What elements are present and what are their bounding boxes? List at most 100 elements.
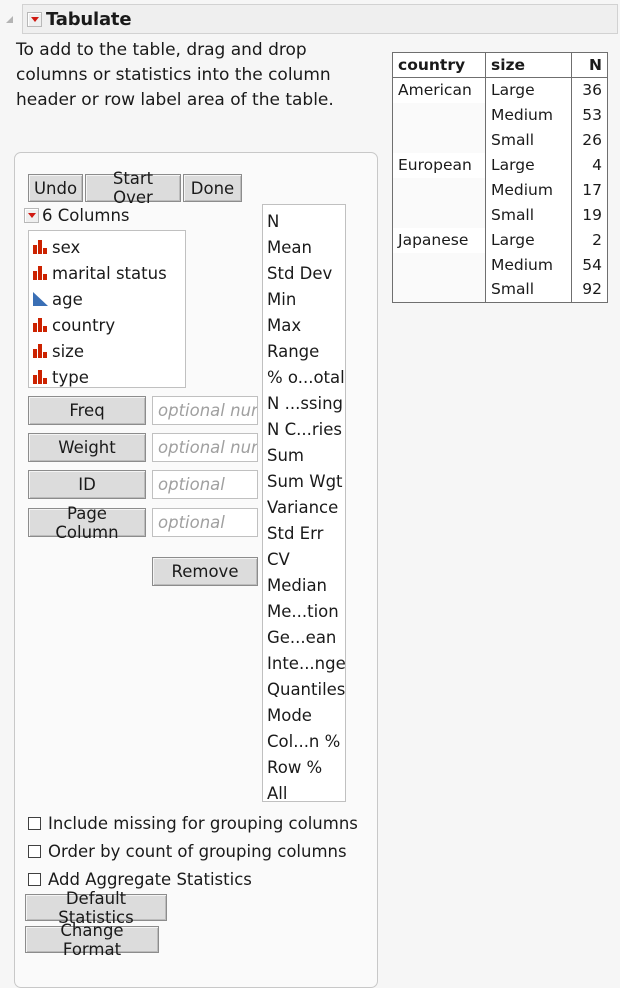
- statistic-list-item[interactable]: Row %: [267, 755, 345, 781]
- default-statistics-button[interactable]: Default Statistics: [25, 889, 167, 927]
- outline-collapse-arrow-icon[interactable]: [6, 16, 13, 23]
- column-list-item[interactable]: age: [33, 286, 185, 312]
- include-missing-checkbox-row[interactable]: Include missing for grouping columns: [28, 812, 358, 834]
- table-row: Small 26: [392, 127, 608, 153]
- statistic-list-item[interactable]: Std Err: [267, 521, 345, 547]
- change-format-button[interactable]: Change Format: [25, 921, 159, 959]
- cell-n: 53: [582, 105, 602, 124]
- statistic-list-item[interactable]: Range: [267, 339, 345, 365]
- cell-size: Medium: [485, 102, 572, 128]
- statistic-list-item[interactable]: Sum: [267, 443, 345, 469]
- table-row: Medium 53: [392, 102, 608, 128]
- red-disclosure-triangle-icon[interactable]: [24, 207, 39, 223]
- table-row: Medium 17: [392, 177, 608, 203]
- columns-list-header: 6 Columns: [24, 205, 130, 225]
- statistic-list-item[interactable]: N: [267, 209, 345, 235]
- cell-country: [392, 127, 486, 153]
- page-column-role-button[interactable]: Page Column: [28, 504, 146, 542]
- cell-size: Medium: [485, 252, 572, 278]
- table-row: Medium 54: [392, 252, 608, 278]
- cell-country: Japanese: [392, 227, 486, 253]
- statistic-list-item[interactable]: N C...ries: [267, 417, 345, 443]
- statistic-list-item[interactable]: Std Dev: [267, 261, 345, 287]
- statistic-list-item[interactable]: Mean: [267, 235, 345, 261]
- checkbox-icon[interactable]: [28, 816, 41, 830]
- checkbox-icon[interactable]: [28, 872, 41, 886]
- statistic-list-item[interactable]: Me...tion: [267, 599, 345, 625]
- cell-country: [392, 202, 486, 228]
- cell-country: [392, 102, 486, 128]
- start-over-button[interactable]: Start Over: [85, 169, 181, 207]
- column-list-item-label: size: [52, 341, 84, 361]
- statistic-list-item[interactable]: All: [267, 781, 345, 801]
- nominal-bars-icon: [33, 240, 48, 254]
- column-header-size: size: [485, 52, 572, 78]
- column-list-item-label: country: [52, 315, 116, 335]
- column-header-n: N: [571, 52, 608, 78]
- column-list[interactable]: sex marital status age country size type: [28, 230, 186, 388]
- id-field[interactable]: optional: [152, 470, 258, 499]
- remove-button[interactable]: Remove: [152, 557, 258, 586]
- statistic-list-item[interactable]: % o...otal: [267, 365, 345, 391]
- freq-role-button[interactable]: Freq: [28, 396, 146, 425]
- column-list-item[interactable]: marital status: [33, 260, 185, 286]
- statistic-list-item[interactable]: Sum Wgt: [267, 469, 345, 495]
- table-row: American Large 36: [392, 77, 608, 103]
- cell-size: Small: [485, 127, 572, 153]
- instructions-text: To add to the table, drag and drop colum…: [16, 40, 334, 110]
- statistic-list-item[interactable]: N ...ssing: [267, 391, 345, 417]
- column-list-item-label: type: [52, 367, 89, 387]
- continuous-triangle-icon: [33, 292, 48, 306]
- statistic-list-item[interactable]: Col...n %: [267, 729, 345, 755]
- cell-n: 19: [582, 205, 602, 224]
- column-list-item-label: sex: [52, 237, 81, 257]
- statistic-list-item[interactable]: Median: [267, 573, 345, 599]
- column-list-item[interactable]: size: [33, 338, 185, 364]
- column-list-item-label: age: [52, 289, 83, 309]
- cell-size: Medium: [485, 177, 572, 203]
- weight-field[interactable]: optional numeric: [152, 433, 258, 462]
- cell-n: 26: [582, 130, 602, 149]
- weight-role-button[interactable]: Weight: [28, 433, 146, 462]
- column-list-item[interactable]: country: [33, 312, 185, 338]
- freq-field[interactable]: optional numeric: [152, 396, 258, 425]
- statistic-list-item[interactable]: Variance: [267, 495, 345, 521]
- statistic-list-item[interactable]: Ge...ean: [267, 625, 345, 651]
- table-row: Japanese Large 2: [392, 227, 608, 253]
- statistics-list[interactable]: N Mean Std Dev Min Max Range% o...otal N ...ss…: [262, 204, 346, 802]
- result-table: country size N American Large 36 Medium 53 Sm…: [392, 52, 608, 303]
- cell-country: European: [392, 152, 486, 178]
- checkbox-icon[interactable]: [28, 844, 41, 858]
- order-by-count-label: Order by count of grouping columns: [48, 841, 347, 861]
- statistic-list-item[interactable]: CV: [267, 547, 345, 573]
- add-aggregate-label: Add Aggregate Statistics: [48, 869, 252, 889]
- statistic-list-item[interactable]: Quantiles: [267, 677, 345, 703]
- undo-button[interactable]: Undo: [28, 174, 83, 202]
- nominal-bars-icon: [33, 344, 48, 358]
- include-missing-label: Include missing for grouping columns: [48, 813, 358, 833]
- red-disclosure-triangle-icon[interactable]: [27, 11, 42, 27]
- statistic-list-item[interactable]: Mode: [267, 703, 345, 729]
- done-button[interactable]: Done: [183, 174, 242, 202]
- column-list-item[interactable]: type: [33, 364, 185, 387]
- statistic-list-item[interactable]: Max: [267, 313, 345, 339]
- columns-count-label: 6 Columns: [42, 205, 130, 225]
- nominal-bars-icon: [33, 266, 48, 280]
- cell-size: Large: [485, 227, 572, 253]
- statistic-list-item[interactable]: Min: [267, 287, 345, 313]
- nominal-bars-icon: [33, 318, 48, 332]
- statistic-list-item[interactable]: Inte...nge: [267, 651, 345, 677]
- table-row: European Large 4: [392, 152, 608, 178]
- nominal-bars-icon: [33, 370, 48, 384]
- cell-country: [392, 177, 486, 203]
- page-column-field[interactable]: optional: [152, 508, 258, 537]
- cell-country: [392, 252, 486, 278]
- cell-n: 4: [592, 155, 602, 174]
- table-row: Small 92: [392, 277, 608, 303]
- add-aggregate-checkbox-row[interactable]: Add Aggregate Statistics: [28, 868, 252, 890]
- column-list-item[interactable]: sex: [33, 234, 185, 260]
- order-by-count-checkbox-row[interactable]: Order by count of grouping columns: [28, 840, 347, 862]
- table-row: Small 19: [392, 202, 608, 228]
- id-role-button[interactable]: ID: [28, 470, 146, 499]
- cell-n: 2: [592, 230, 602, 249]
